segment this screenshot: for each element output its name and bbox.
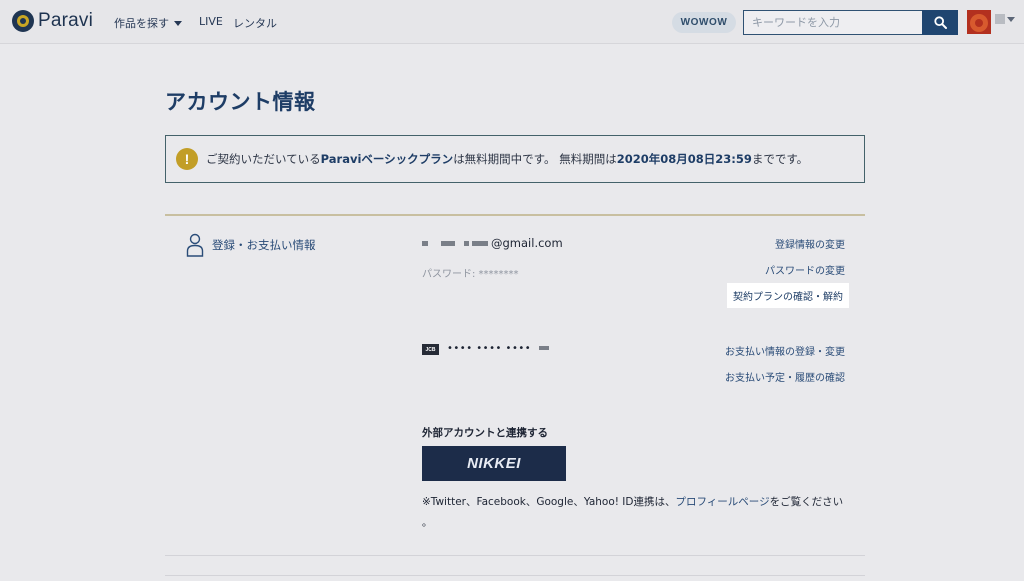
section-divider-bottom (165, 555, 865, 556)
chevron-down-icon (1007, 16, 1015, 22)
notice-plan-name: Paraviベーシックプラン (320, 152, 454, 166)
section-divider-bottom-2 (165, 575, 865, 576)
user-name-redacted (995, 14, 1005, 24)
page-title: アカウント情報 (165, 90, 316, 114)
card-number-masked: •••• •••• •••• (447, 343, 532, 354)
user-menu-toggle[interactable] (995, 14, 1015, 24)
notice-text: ご契約いただいているParaviベーシックプランは無料期間中です。 無料期間は2… (206, 151, 808, 167)
note-text-after: をご覧ください (769, 496, 844, 508)
note-text-before: ※Twitter、Facebook、Google、Yahoo! ID連携は、 (422, 496, 676, 508)
paravi-logo-mark-icon (12, 10, 34, 32)
notice-text-before: ご契約いただいている (206, 152, 321, 166)
search-icon (933, 16, 947, 29)
nikkei-connect-button[interactable]: NIKKEI (422, 446, 566, 481)
plan-confirm-cancel-link[interactable]: 契約プランの確認・解約 (727, 283, 849, 308)
nav-live-link[interactable]: LIVE (199, 15, 223, 28)
nav-browse-label: 作品を探す (114, 17, 169, 30)
wowow-badge[interactable]: WOWOW (672, 12, 736, 33)
account-email: @gmail.com (422, 236, 563, 250)
change-registration-link[interactable]: 登録情報の変更 (775, 236, 845, 251)
email-redacted (464, 240, 469, 246)
person-icon (186, 233, 204, 257)
card-last-digits-redacted (538, 346, 549, 350)
section-label-text: 登録・お支払い情報 (212, 238, 316, 252)
external-accounts-heading: 外部アカウントと連携する (422, 427, 548, 439)
section-divider (165, 214, 865, 216)
avatar[interactable] (967, 10, 991, 34)
external-accounts-note: ※Twitter、Facebook、Google、Yahoo! ID連携は、プロ… (422, 494, 843, 509)
account-password: パスワード: ******** (422, 269, 519, 280)
section-label-registration-payment: 登録・お支払い情報 (186, 233, 316, 257)
notice-text-mid: は無料期間中です。 無料期間は (453, 152, 617, 166)
note-period: 。 (422, 518, 432, 529)
paravi-logo[interactable]: Paravi (12, 10, 93, 32)
chevron-down-icon (174, 20, 182, 26)
email-redacted (441, 240, 455, 246)
warning-icon: ! (176, 148, 198, 170)
notice-trial-end-date: 2020年08月08日23:59 (616, 152, 752, 166)
nav-rental-link[interactable]: レンタル (233, 15, 277, 31)
site-header: Paravi 作品を探す LIVE レンタル WOWOW (0, 0, 1024, 44)
notice-text-after: までです。 (751, 152, 809, 166)
logo-text: Paravi (38, 10, 94, 31)
card-number: •••• •••• •••• (447, 343, 549, 354)
payment-schedule-history-link[interactable]: お支払い予定・履歴の確認 (725, 369, 845, 384)
nav-browse-dropdown[interactable]: 作品を探す (114, 15, 182, 31)
change-password-link[interactable]: パスワードの変更 (765, 262, 845, 277)
search-input[interactable] (743, 10, 923, 35)
search-button[interactable] (922, 10, 958, 35)
profile-page-link[interactable]: プロフィールページ (676, 496, 770, 508)
email-redacted (472, 240, 488, 246)
email-domain: @gmail.com (491, 236, 563, 250)
jcb-card-icon: JCB (422, 344, 439, 355)
email-redacted (422, 240, 428, 246)
payment-register-change-link[interactable]: お支払い情報の登録・変更 (725, 343, 845, 358)
free-trial-notice: ! ご契約いただいているParaviベーシックプランは無料期間中です。 無料期間… (165, 135, 865, 183)
